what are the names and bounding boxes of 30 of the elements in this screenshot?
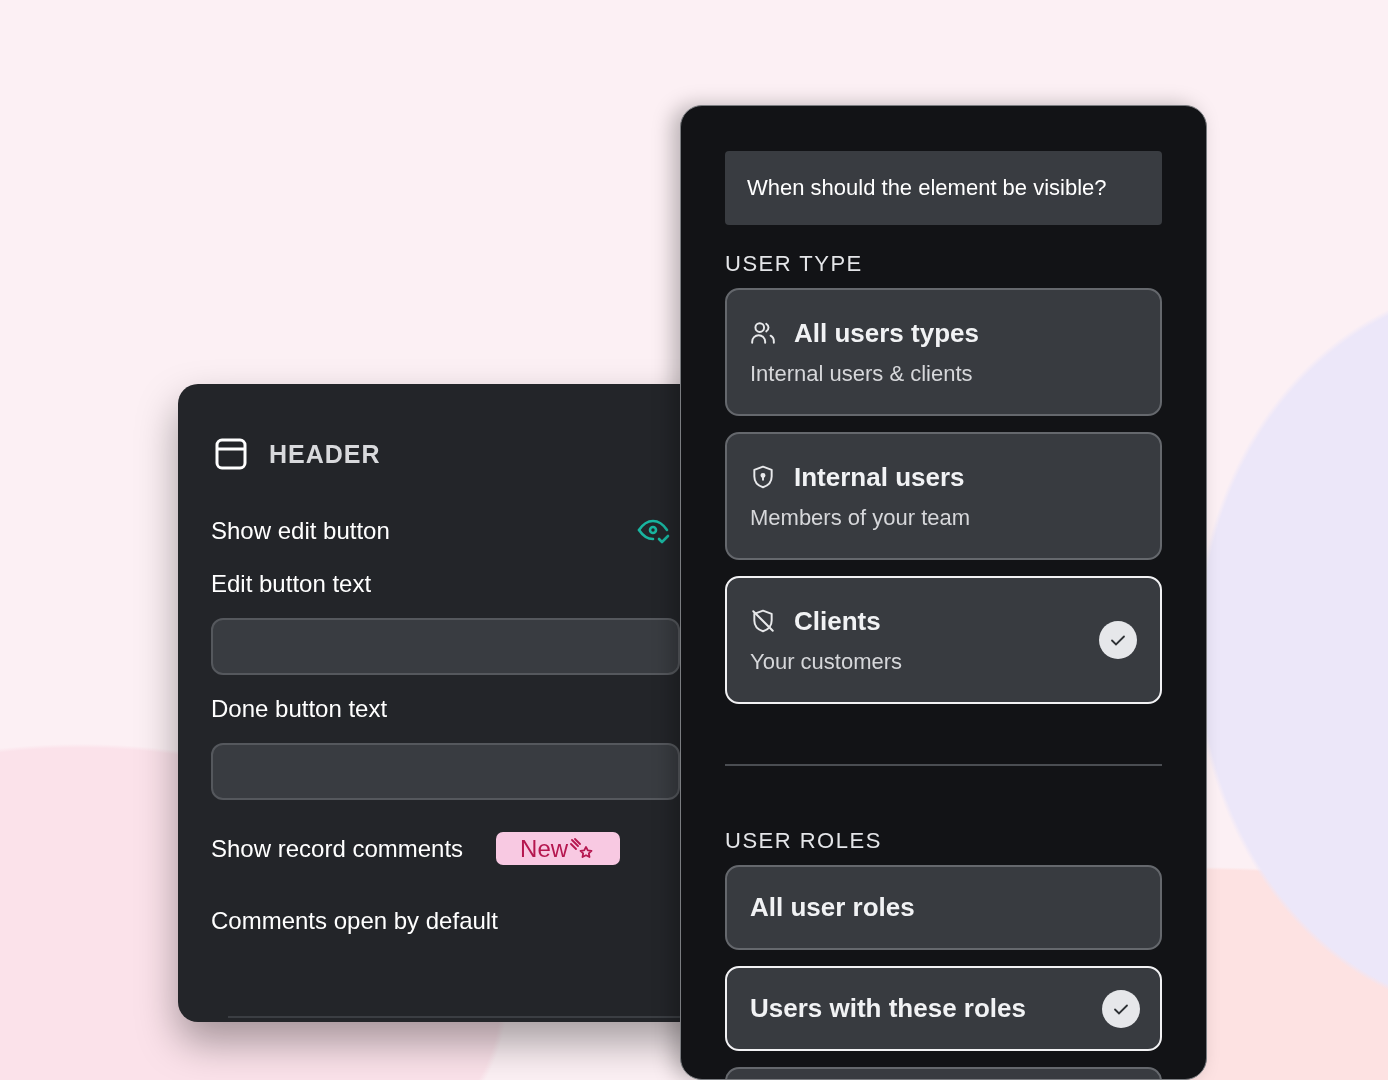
users-icon <box>750 320 776 346</box>
option-card[interactable]: Clients Your customers <box>725 576 1162 704</box>
setting-label: Edit button text <box>211 570 373 598</box>
sparkle-star-icon <box>570 837 595 860</box>
option-title: Users with these roles <box>750 993 1026 1024</box>
section-heading: USER TYPE <box>725 251 864 277</box>
shield-icon <box>750 464 776 490</box>
option-card[interactable]: Users with these roles <box>725 966 1162 1051</box>
option-subtitle: Members of your team <box>750 504 971 531</box>
option-card[interactable]: All users types Internal users & clients <box>725 288 1162 416</box>
shield-off-icon <box>750 608 776 634</box>
question-banner: When should the element be visible? <box>725 151 1162 225</box>
setting-label: Show edit button <box>211 517 390 545</box>
section-heading: USER ROLES <box>725 828 883 854</box>
option-title: All user roles <box>750 892 915 923</box>
option-title: All users types <box>794 317 979 349</box>
option-card[interactable]: All user roles <box>725 865 1162 950</box>
setting-label: Done button text <box>211 695 389 723</box>
setting-label: Comments open by default <box>211 907 498 934</box>
option-subtitle: Internal users & clients <box>750 360 974 387</box>
window-icon <box>215 438 247 470</box>
option-title: Internal users <box>794 461 965 493</box>
option-title: Clients <box>794 605 881 637</box>
input-field[interactable] <box>211 618 680 675</box>
badge-label: New <box>520 834 569 863</box>
input-field[interactable] <box>211 743 680 800</box>
option-card[interactable]: Internal users Members of your team <box>725 432 1162 560</box>
section-title: HEADER <box>269 439 381 469</box>
setting-label: Show record comments <box>211 834 464 863</box>
option-subtitle: Your customers <box>750 648 903 675</box>
